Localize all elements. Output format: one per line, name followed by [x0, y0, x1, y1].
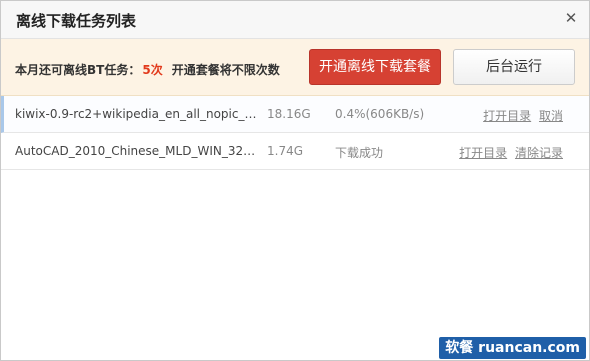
task-name: AutoCAD_2010_Chinese_MLD_WIN_32bit.rar — [15, 144, 259, 158]
quota-banner: 本月还可离线BT任务： 5次 开通套餐将不限次数 开通离线下载套餐 后台运行 — [1, 39, 589, 96]
open-folder-link[interactable]: 打开目录 — [459, 146, 507, 160]
task-name: kiwix-0.9-rc2+wikipedia_en_all_nopic_01_… — [15, 107, 259, 121]
task-status: 下载成功 — [335, 146, 384, 160]
task-actions: 打开目录 取消 — [479, 107, 563, 124]
upgrade-package-button[interactable]: 开通离线下载套餐 — [309, 49, 441, 85]
run-in-background-button[interactable]: 后台运行 — [453, 49, 575, 85]
open-folder-link[interactable]: 打开目录 — [483, 109, 531, 123]
dialog-title: 离线下载任务列表 — [16, 12, 137, 30]
offline-download-dialog: 离线下载任务列表 ✕ 本月还可离线BT任务： 5次 开通套餐将不限次数 开通离线下载… — [0, 0, 590, 361]
cancel-link[interactable]: 取消 — [539, 109, 563, 123]
task-status: 0.4%(606KB/s) — [335, 107, 425, 121]
task-size: 18.16G — [267, 107, 311, 121]
clear-record-link[interactable]: 清除记录 — [515, 146, 563, 160]
task-list: kiwix-0.9-rc2+wikipedia_en_all_nopic_01_… — [1, 96, 589, 170]
quota-label: 本月还可离线BT任务： — [15, 63, 141, 77]
task-row[interactable]: kiwix-0.9-rc2+wikipedia_en_all_nopic_01_… — [1, 96, 589, 133]
task-row[interactable]: AutoCAD_2010_Chinese_MLD_WIN_32bit.rar 1… — [1, 133, 589, 170]
task-size: 1.74G — [267, 144, 304, 158]
dialog-titlebar: 离线下载任务列表 ✕ — [1, 1, 589, 39]
site-watermark: 软餐 ruancan.com — [439, 337, 586, 359]
quota-tail: 开通套餐将不限次数 — [171, 63, 280, 77]
quota-text: 本月还可离线BT任务： 5次 开通套餐将不限次数 — [15, 61, 280, 78]
close-icon[interactable]: ✕ — [561, 8, 581, 28]
quota-count: 5次 — [142, 63, 163, 77]
task-actions: 打开目录 清除记录 — [455, 144, 563, 161]
